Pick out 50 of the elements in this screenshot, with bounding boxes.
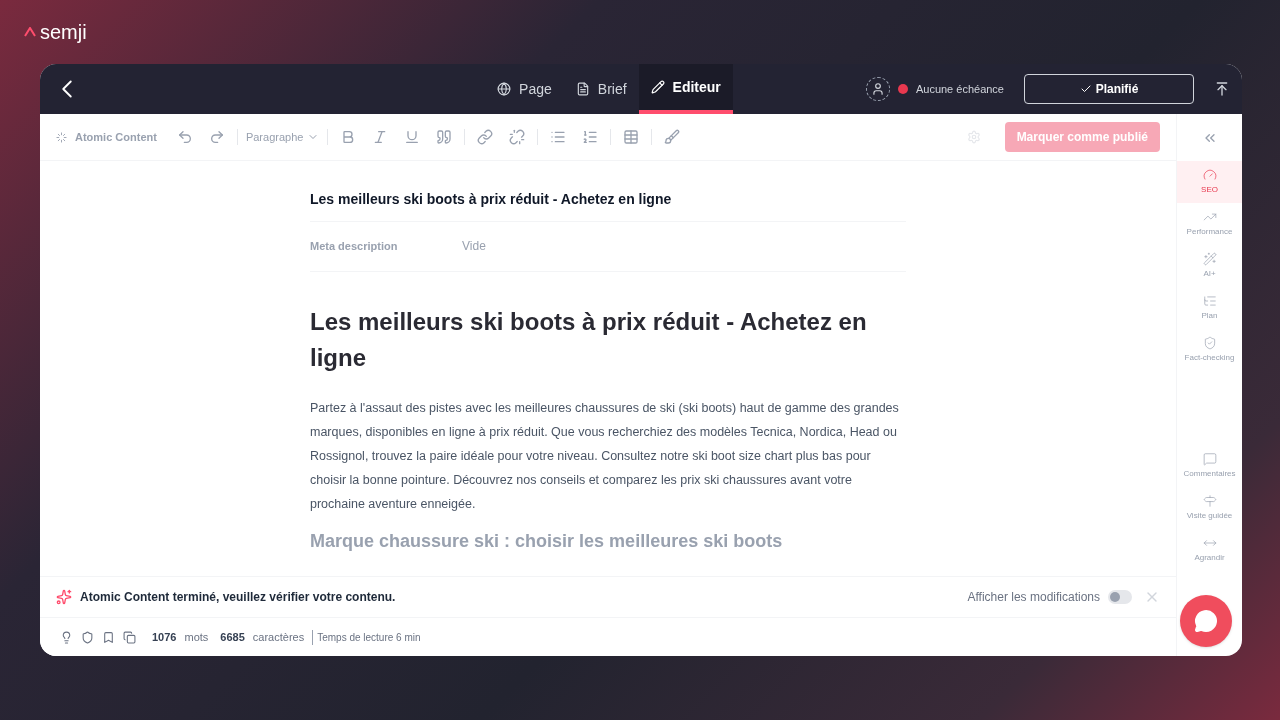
atomic-content-label[interactable]: Atomic Content (75, 128, 157, 146)
article-heading[interactable]: Les meilleurs ski boots à prix réduit - Achetez en ligne (310, 303, 906, 376)
document-icon (575, 82, 590, 96)
sidebar-tab[interactable]: SEO (1177, 161, 1242, 203)
check-icon (1079, 83, 1092, 95)
sidebar-tab[interactable]: Performance (1177, 203, 1242, 245)
word-count: 1076 (152, 629, 177, 645)
meta-description-field[interactable]: Vide (462, 238, 486, 255)
logo-icon (24, 27, 36, 37)
sidebar-button[interactable]: Agrandir (1177, 529, 1242, 571)
gauge-icon (1202, 168, 1217, 182)
shield-icon[interactable] (81, 630, 94, 644)
toggle-label: Afficher les modifications (967, 589, 1100, 605)
sidebar-tab[interactable]: Fact-checking (1177, 329, 1242, 371)
sidebar-button[interactable]: Commentaires (1177, 445, 1242, 487)
wand-icon (1202, 252, 1217, 266)
lightbulb-icon[interactable] (60, 630, 73, 644)
article-subheading[interactable]: Marque chaussure ski : choisir les meilleures ski boots (310, 527, 906, 555)
article-paragraph[interactable]: Partez à l'assaut des pistes avec les meilleures chaussures de ski (ski boots) haut de gamme des grandes marques, disponibles en ligne à prix réduit. Que vous recherchiez des modèles Tecnica, Nordica, Head ou Rossignol, trouvez la paire idéale pour votre niveau. Consultez notre ski boot size chart plus bas pour choisir la bonne pointure. Découvrez nos conseils et comparez les prix ski chaussures avant votre prochaine aventure enneigée. (310, 395, 906, 516)
bookmark-icon[interactable] (102, 630, 115, 644)
copy-icon[interactable] (123, 630, 136, 644)
notification-text: Atomic Content terminé, veuillez vérifier votre contenu. (80, 589, 396, 605)
format-dropdown[interactable]: Paragraphe (245, 128, 320, 146)
word-label: mots (184, 629, 209, 645)
comment-icon (1202, 452, 1217, 466)
status-button[interactable]: Planifié (1024, 74, 1194, 104)
header-tab[interactable]: Brief (563, 64, 639, 114)
meta-description-label: Meta description (310, 239, 399, 254)
char-count: 6685 (220, 629, 245, 645)
toggle-switch[interactable] (1108, 590, 1132, 604)
sparkle-icon (56, 589, 72, 605)
list-icon (1202, 294, 1217, 308)
deadline-label[interactable]: Aucune échéance (915, 80, 1004, 98)
sidebar-tab[interactable]: Plan (1177, 287, 1242, 329)
char-label: caractères (252, 629, 305, 645)
header-tab[interactable]: Page (485, 64, 564, 114)
reading-time: Temps de lecture 6 min (312, 629, 421, 645)
pencil-icon (650, 80, 665, 94)
chat-icon (1194, 609, 1218, 633)
signpost-icon (1202, 494, 1217, 508)
shield-icon (1202, 336, 1217, 350)
header-tab[interactable]: Editeur (638, 64, 733, 114)
pin-icon[interactable] (1214, 81, 1230, 97)
sidebar-tab[interactable]: AI+ (1177, 245, 1242, 287)
spinner-icon (56, 131, 67, 143)
sidebar-button[interactable]: Visite guidée (1177, 487, 1242, 529)
globe-icon (497, 82, 512, 96)
logo-text: semji (40, 20, 87, 45)
meta-title[interactable]: Les meilleurs ski boots à prix réduit - Achetez en ligne (310, 177, 906, 222)
publish-button[interactable]: Marquer comme publié (1004, 122, 1160, 152)
